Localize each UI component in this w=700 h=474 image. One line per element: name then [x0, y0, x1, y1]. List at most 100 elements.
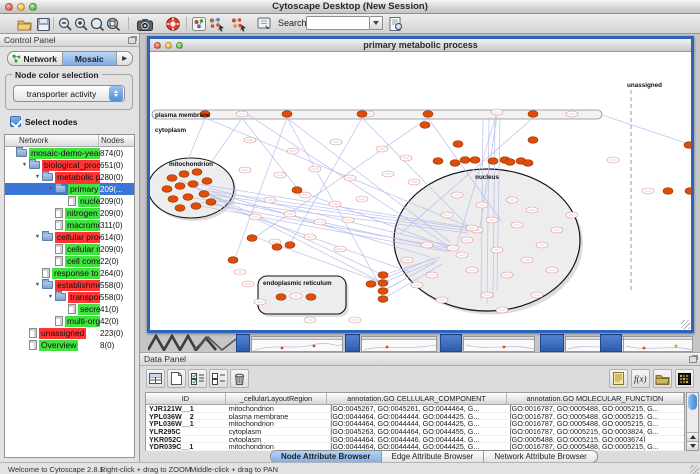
background-window-titlebar[interactable]: [540, 334, 564, 352]
tree-row-unassigned[interactable]: unassigned223(0): [5, 327, 134, 339]
network-edge[interactable]: [210, 118, 242, 164]
tree-row-macromolecule[interactable]: macromolecule311(0): [5, 219, 134, 231]
expand-arrow-icon[interactable]: ▼: [33, 282, 42, 288]
table-row[interactable]: YKR052Ccytoplasm[GO:0044464, GO:0044446,…: [146, 436, 684, 444]
scroll-up-icon[interactable]: [687, 432, 698, 441]
transporter-gene-node[interactable]: [528, 111, 538, 118]
network-edge[interactable]: [188, 118, 205, 160]
transporter-gene-node[interactable]: [423, 111, 433, 118]
scrollbar-thumb[interactable]: [688, 394, 697, 410]
zoom-selected-region-icon[interactable]: [88, 16, 105, 32]
annotation-icon[interactable]: [256, 16, 273, 32]
select-attributes-icon[interactable]: [146, 369, 165, 388]
transporter-gene-node[interactable]: [191, 203, 201, 210]
more-tabs-button[interactable]: ▶: [117, 52, 132, 65]
column-header[interactable]: annotation.GO MOLECULAR_FUNCTION: [507, 393, 684, 404]
network-edge[interactable]: [602, 115, 689, 144]
float-panel-icon[interactable]: [128, 37, 136, 44]
transporter-gene-node[interactable]: [247, 235, 257, 242]
transporter-gene-node[interactable]: [684, 142, 691, 149]
table-row[interactable]: YLR295Ccytoplasm[GO:0045263, GO:0044464,…: [146, 428, 684, 436]
vizmapper-icon[interactable]: [190, 16, 207, 32]
tree-row-transport[interactable]: ▼transport558(0): [5, 291, 134, 303]
select-nodes-checkbox[interactable]: [10, 116, 21, 127]
network-edge[interactable]: [287, 118, 450, 242]
expand-arrow-icon[interactable]: ▼: [33, 174, 42, 180]
transporter-gene-node[interactable]: [162, 186, 172, 193]
transporter-gene-node[interactable]: [453, 141, 463, 148]
tree-row-cellular-metabol[interactable]: cellular metabol209(0): [5, 243, 134, 255]
transporter-gene-node[interactable]: [276, 294, 286, 301]
column-header[interactable]: _cellularLayoutRegion: [226, 393, 328, 404]
network-canvas[interactable]: plasma membrane cytoplasm mitochondrion …: [150, 52, 691, 330]
network-edge[interactable]: [235, 118, 287, 258]
expand-arrow-icon[interactable]: ▼: [33, 234, 42, 240]
scroll-down-icon[interactable]: [687, 441, 698, 450]
search-dropdown-button[interactable]: [370, 16, 383, 30]
background-window-titlebar[interactable]: [345, 334, 360, 352]
table-row[interactable]: YJR121W__1mitochondrion[GO:0045267, GO:0…: [146, 405, 684, 413]
tree-row-multi-organism-pro[interactable]: multi-organism pro42(0): [5, 315, 134, 327]
tree-row-mosaic-demo-yeast[interactable]: mosaic-demo-yeast874(0): [5, 147, 134, 159]
node-color-attribute-select[interactable]: transporter activity: [13, 85, 125, 102]
select-network-nodes-icon[interactable]: [208, 16, 225, 32]
column-header[interactable]: ID: [146, 393, 226, 404]
attribute-matrix-icon[interactable]: [675, 369, 694, 388]
transporter-gene-node[interactable]: [183, 194, 193, 201]
window-titlebar[interactable]: Cytoscape Desktop (New Session): [0, 0, 700, 14]
snapshot-icon[interactable]: [136, 16, 153, 32]
expand-arrow-icon[interactable]: ▼: [46, 186, 55, 192]
advanced-search-icon[interactable]: [387, 16, 404, 32]
transporter-gene-node[interactable]: [378, 272, 388, 279]
transporter-gene-node[interactable]: [433, 158, 443, 165]
transporter-gene-node[interactable]: [292, 187, 302, 194]
transporter-gene-node[interactable]: [523, 160, 533, 167]
tree-row-cell-communicat[interactable]: cell communicat22(0): [5, 255, 134, 267]
background-window-titlebar[interactable]: [440, 334, 462, 352]
transporter-gene-node[interactable]: [378, 280, 388, 287]
transporter-gene-node[interactable]: [206, 199, 216, 206]
select-nodes-option[interactable]: Select nodes: [10, 116, 77, 127]
tab-mosaic[interactable]: Mosaic: [63, 52, 118, 65]
tree-row-establishment-of-lo[interactable]: ▼establishment of lo558(0): [5, 279, 134, 291]
column-nodes[interactable]: Nodes: [99, 135, 134, 146]
function-builder-icon[interactable]: f(x): [631, 369, 650, 388]
tree-row-cellular-process[interactable]: ▼cellular process614(0): [5, 231, 134, 243]
transporter-gene-node[interactable]: [528, 137, 538, 144]
tab-network-attribute-browser[interactable]: Network Attribute Browser: [484, 451, 596, 462]
tree-row-biological-process[interactable]: ▼biological_process651(0): [5, 159, 134, 171]
transporter-gene-node[interactable]: [420, 122, 430, 129]
background-window-titlebar[interactable]: [600, 334, 622, 352]
expand-arrow-icon[interactable]: ▼: [20, 162, 29, 168]
transporter-gene-node[interactable]: [378, 296, 388, 303]
open-session-icon[interactable]: [16, 16, 33, 32]
unselect-all-attributes-icon[interactable]: [209, 369, 228, 388]
attribute-editor-icon[interactable]: [609, 369, 628, 388]
transporter-gene-node[interactable]: [188, 181, 198, 188]
select-all-attributes-icon[interactable]: [188, 369, 207, 388]
transporter-gene-node[interactable]: [460, 157, 470, 164]
transporter-gene-node[interactable]: [285, 242, 295, 249]
transporter-gene-node[interactable]: [167, 175, 177, 182]
app-resize-grip[interactable]: [690, 465, 699, 474]
tab-node-attribute-browser[interactable]: Node Attribute Browser: [271, 451, 382, 462]
transporter-gene-node[interactable]: [663, 188, 673, 195]
tab-network[interactable]: Network: [8, 52, 63, 65]
transporter-gene-node[interactable]: [168, 196, 178, 203]
transporter-gene-node[interactable]: [488, 158, 498, 165]
network-window-titlebar[interactable]: primary metabolic process: [150, 39, 691, 52]
background-window[interactable]: [251, 336, 343, 352]
background-window[interactable]: [463, 336, 535, 352]
transporter-gene-node[interactable]: [175, 205, 185, 212]
transporter-gene-node[interactable]: [179, 171, 189, 178]
tree-row-response-to-stimul[interactable]: response to stimul264(0): [5, 267, 134, 279]
column-header[interactable]: annotation.GO CELLULAR_COMPONENT: [327, 393, 506, 404]
tree-row-overview[interactable]: Overview8(0): [5, 339, 134, 351]
background-window-titlebar[interactable]: [236, 334, 250, 352]
import-attributes-icon[interactable]: [653, 369, 672, 388]
tree-row-nitrogen-compo[interactable]: nitrogen compo209(0): [5, 207, 134, 219]
transporter-gene-node[interactable]: [505, 159, 515, 166]
delete-attribute-icon[interactable]: [230, 369, 249, 388]
tree-row-metabolic-process[interactable]: ▼metabolic process280(0): [5, 171, 134, 183]
transporter-gene-node[interactable]: [357, 111, 367, 118]
